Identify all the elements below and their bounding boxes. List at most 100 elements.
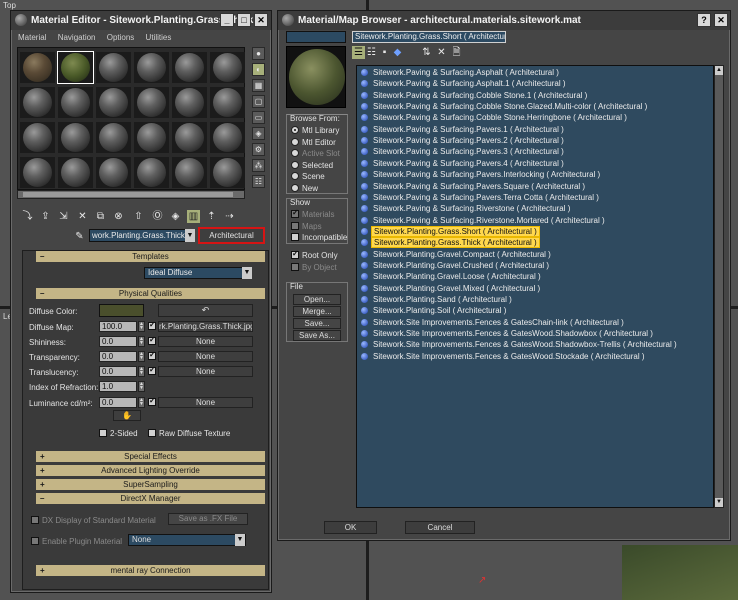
pick-material-eyedropper-icon[interactable]: ✎: [73, 230, 86, 243]
diffuse-color-swatch[interactable]: [99, 304, 144, 317]
material-sample-slot[interactable]: [134, 122, 169, 153]
luminance-map-button[interactable]: None: [158, 397, 253, 408]
plugin-material-dropdown[interactable]: None: [128, 534, 246, 546]
material-sample-slot[interactable]: [210, 52, 245, 83]
raw-diffuse-checkbox[interactable]: [148, 429, 156, 437]
material-sample-slot[interactable]: [20, 122, 55, 153]
translucency-spinner-arrows-icon[interactable]: ▲ ▼: [138, 366, 145, 377]
view-small-icons-icon[interactable]: ▪: [378, 46, 391, 59]
dx-display-checkbox[interactable]: [31, 516, 39, 524]
view-large-icons-icon[interactable]: ◆: [391, 46, 404, 59]
list-scrollbar-v[interactable]: ▲ ▼: [714, 65, 724, 508]
material-sample-slot[interactable]: [172, 52, 207, 83]
material-sample-slot[interactable]: [172, 87, 207, 118]
mental-ray-rollout-header[interactable]: + mental ray Connection: [36, 565, 265, 576]
supersampling-rollout-header[interactable]: + SuperSampling: [36, 479, 265, 490]
translucency-spinner[interactable]: 0.0: [99, 366, 137, 377]
video-color-check-icon[interactable]: ▭: [252, 111, 265, 124]
delete-from-library-icon[interactable]: ✕: [435, 46, 448, 59]
material-list-item[interactable]: Sitework.Planting.Gravel.Loose ( Archite…: [361, 271, 543, 282]
sample-uv-tiling-icon[interactable]: ▢: [252, 95, 265, 108]
put-to-scene-icon[interactable]: ⇪: [39, 210, 52, 223]
advanced-lighting-rollout-header[interactable]: + Advanced Lighting Override: [36, 465, 265, 476]
special-effects-rollout-header[interactable]: + Special Effects: [36, 451, 265, 462]
cancel-button[interactable]: Cancel: [405, 521, 475, 534]
browse-from-radio[interactable]: [291, 126, 299, 134]
show-materials-checkbox[interactable]: [291, 208, 299, 218]
close-button[interactable]: ✕: [254, 13, 268, 27]
material-list-item[interactable]: Sitework.Paving & Surfacing.Pavers.2 ( A…: [361, 135, 566, 146]
by-object-checkbox[interactable]: [291, 263, 299, 271]
browser-close-button[interactable]: ✕: [714, 13, 728, 27]
material-list-item[interactable]: Sitework.Paving & Surfacing.Cobble Stone…: [361, 90, 589, 101]
slots-scrollbar-h[interactable]: [17, 190, 245, 199]
get-material-icon[interactable]: ⤵: [21, 210, 34, 223]
material-list-item[interactable]: Sitework.Paving & Surfacing.Pavers.Inter…: [361, 169, 602, 180]
transparency-spinner-arrows-icon[interactable]: ▲ ▼: [138, 351, 145, 362]
make-unique-icon[interactable]: ⊗: [112, 210, 125, 223]
material-list-item[interactable]: Sitework.Paving & Surfacing.Pavers.Terra…: [361, 192, 601, 203]
go-forward-sibling-icon[interactable]: ⇢: [223, 210, 236, 223]
transparency-spinner[interactable]: 0.0: [99, 351, 137, 362]
material-sample-slot[interactable]: [58, 122, 93, 153]
browse-from-radio[interactable]: [291, 137, 299, 146]
browser-titlebar[interactable]: Material/Map Browser - architectural.mat…: [278, 11, 730, 30]
options-gear-icon[interactable]: ⚙: [252, 143, 265, 156]
file-merge-button[interactable]: Merge...: [293, 306, 341, 317]
material-type-button[interactable]: Architectural: [198, 227, 265, 244]
browse-from-radio[interactable]: [291, 160, 299, 169]
templates-dropdown[interactable]: Ideal Diffuse: [144, 267, 252, 279]
material-list-item[interactable]: Sitework.Paving & Surfacing.Pavers.1 ( A…: [361, 124, 566, 135]
shininess-map-button[interactable]: None: [158, 336, 253, 347]
material-sample-slot[interactable]: [172, 122, 207, 153]
material-sample-slot[interactable]: [58, 157, 93, 188]
material-sample-slot[interactable]: [57, 51, 94, 84]
material-sample-slot[interactable]: [20, 157, 55, 188]
root-only-checkbox[interactable]: [291, 249, 299, 259]
material-sample-slot[interactable]: [210, 87, 245, 118]
menu-utilities[interactable]: Utilities: [146, 33, 172, 42]
material-sample-slot[interactable]: [210, 122, 245, 153]
show-end-result-icon[interactable]: ▥: [187, 210, 200, 223]
material-list-item[interactable]: Sitework.Paving & Surfacing.Cobble Stone…: [361, 112, 629, 123]
material-list-item[interactable]: Sitework.Paving & Surfacing.Asphalt.1 ( …: [361, 78, 568, 89]
menu-material[interactable]: Material: [18, 33, 46, 42]
go-to-parent-icon[interactable]: ⇡: [205, 210, 218, 223]
material-list-item[interactable]: Sitework.Planting.Gravel.Compact ( Archi…: [361, 249, 553, 260]
directx-rollout-header[interactable]: – DirectX Manager: [36, 493, 265, 504]
material-navigator-icon[interactable]: ☷: [252, 175, 265, 188]
ior-spinner[interactable]: 1.0: [99, 381, 137, 392]
make-copy-icon[interactable]: ⧉: [94, 210, 107, 223]
show-incompatible-checkbox[interactable]: [291, 233, 299, 241]
diffuse-map-checkbox[interactable]: [148, 320, 156, 330]
diffuse-map-spinner-arrows-icon[interactable]: ▲ ▼: [138, 321, 145, 332]
help-button[interactable]: ?: [697, 13, 711, 27]
material-list-item[interactable]: Sitework.Paving & Surfacing.Riverstone (…: [361, 203, 572, 214]
material-sample-slot[interactable]: [210, 157, 245, 188]
view-list-icon[interactable]: ☰: [352, 46, 365, 59]
file-open-button[interactable]: Open...: [293, 294, 341, 305]
material-list-item[interactable]: Sitework.Paving & Surfacing.Riverstone.M…: [361, 215, 607, 226]
enable-plugin-checkbox[interactable]: [31, 537, 39, 545]
material-list-item[interactable]: Sitework.Paving & Surfacing.Asphalt ( Ar…: [361, 67, 561, 78]
maximize-button[interactable]: □: [237, 13, 251, 27]
material-list-item[interactable]: Sitework.Planting.Sand ( Architectural ): [361, 294, 514, 305]
save-fx-button[interactable]: Save as .FX File: [168, 513, 248, 525]
material-list-item[interactable]: Sitework.Site Improvements.Fences & Gate…: [361, 328, 655, 339]
material-effects-channel-icon[interactable]: Ⓞ: [151, 210, 164, 223]
sample-type-icon[interactable]: ●: [252, 47, 265, 60]
make-preview-icon[interactable]: ◈: [252, 127, 265, 140]
ok-button[interactable]: OK: [324, 521, 377, 534]
two-sided-checkbox[interactable]: [99, 429, 107, 437]
browse-from-radio[interactable]: [291, 183, 299, 192]
put-to-library-icon[interactable]: ⇧: [132, 210, 145, 223]
material-sample-slot[interactable]: [96, 87, 131, 118]
browse-from-radio[interactable]: [291, 149, 299, 157]
material-sample-slot[interactable]: [58, 87, 93, 118]
plugin-dropdown-arrow-icon[interactable]: ▼: [235, 534, 245, 546]
minimize-button[interactable]: _: [220, 13, 234, 27]
material-list-item[interactable]: Sitework.Paving & Surfacing.Cobble Stone…: [361, 101, 649, 112]
file-save-as-button[interactable]: Save As...: [293, 330, 341, 341]
luminance-checkbox[interactable]: [148, 396, 156, 406]
background-checker-icon[interactable]: ▦: [252, 79, 265, 92]
